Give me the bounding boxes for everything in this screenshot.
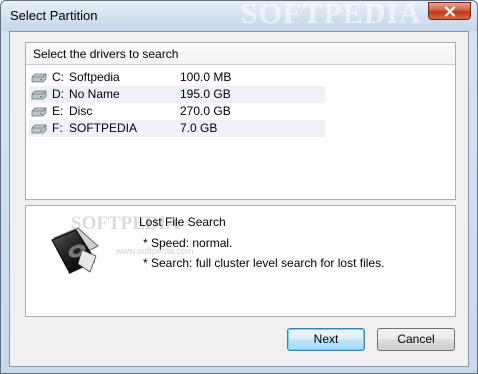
hard-drive-icon [31, 107, 47, 117]
drive-name: No Name [69, 87, 120, 101]
drive-letter: D: [52, 87, 64, 101]
next-button[interactable]: Next [287, 328, 365, 351]
search-description: * Search: full cluster level search for … [143, 256, 385, 270]
title-bar[interactable]: Select Partition SOFTPEDIA [1, 1, 477, 31]
drive-size: 270.0 GB [180, 104, 231, 118]
drive-size: 100.0 MB [180, 70, 232, 84]
drive-size: 7.0 GB [180, 121, 218, 135]
drive-row-e[interactable]: E: Disc 270.0 GB [29, 103, 325, 120]
drive-name: Disc [69, 104, 93, 118]
dialog-content: Select the drivers to search C: Softpedi… [9, 31, 469, 367]
search-speed: * Speed: normal. [143, 236, 233, 250]
cancel-button[interactable]: Cancel [377, 328, 455, 351]
drive-letter: F: [52, 121, 63, 135]
drive-letter: E: [52, 104, 64, 118]
window-title: Select Partition [10, 8, 98, 23]
drive-name: SOFTPEDIA [69, 121, 138, 135]
hard-drive-icon [31, 73, 47, 83]
drive-size: 195.0 GB [180, 87, 231, 101]
dialog-window: Select Partition SOFTPEDIA Select the dr… [0, 0, 478, 374]
hard-drive-icon [31, 90, 47, 100]
drive-letter: C: [52, 70, 64, 84]
drive-name: Softpedia [69, 70, 120, 84]
drives-panel-header: Select the drivers to search [26, 43, 455, 65]
search-info-panel: SOFTPEDIA www.softpedia.com Lost File Se… [25, 205, 456, 317]
drive-row-f[interactable]: F: SOFTPEDIA 7.0 GB [29, 120, 325, 137]
drives-panel: Select the drivers to search C: Softpedi… [25, 42, 456, 200]
close-button[interactable] [428, 2, 471, 20]
drive-row-c[interactable]: C: Softpedia 100.0 MB [29, 69, 325, 86]
title-watermark: SOFTPEDIA [241, 0, 422, 30]
search-title: Lost File Search [139, 215, 226, 229]
hard-drive-icon [31, 124, 47, 134]
close-icon [444, 5, 455, 17]
drive-row-d[interactable]: D: No Name 195.0 GB [29, 86, 325, 103]
